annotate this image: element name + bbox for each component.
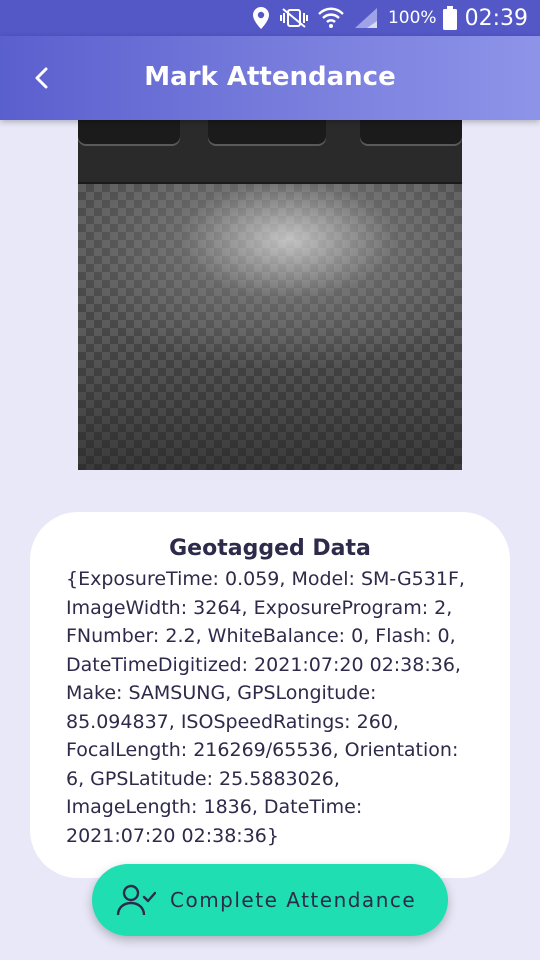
user-check-icon — [116, 884, 156, 916]
wifi-icon — [318, 7, 344, 29]
page-title: Mark Attendance — [144, 62, 396, 92]
app-bar: Mark Attendance — [0, 36, 540, 120]
vibrate-icon — [279, 7, 308, 29]
complete-attendance-label: Complete Attendance — [170, 888, 417, 912]
battery-icon — [442, 6, 457, 30]
complete-attendance-button[interactable]: Complete Attendance — [92, 864, 448, 936]
keyboard-edge — [78, 120, 462, 184]
card-title: Geotagged Data — [169, 536, 371, 561]
geotag-card: Geotagged Data {ExposureTime: 0.059, Mod… — [30, 512, 510, 878]
clock: 02:39 — [464, 5, 528, 31]
captured-photo — [78, 120, 462, 470]
battery-percent: 100% — [387, 8, 437, 28]
status-bar: 100% 02:39 — [0, 0, 540, 36]
location-icon — [252, 6, 270, 30]
geotag-data-text: {ExposureTime: 0.059, Model: SM-G531F, I… — [66, 568, 465, 847]
signal-icon — [354, 7, 378, 29]
